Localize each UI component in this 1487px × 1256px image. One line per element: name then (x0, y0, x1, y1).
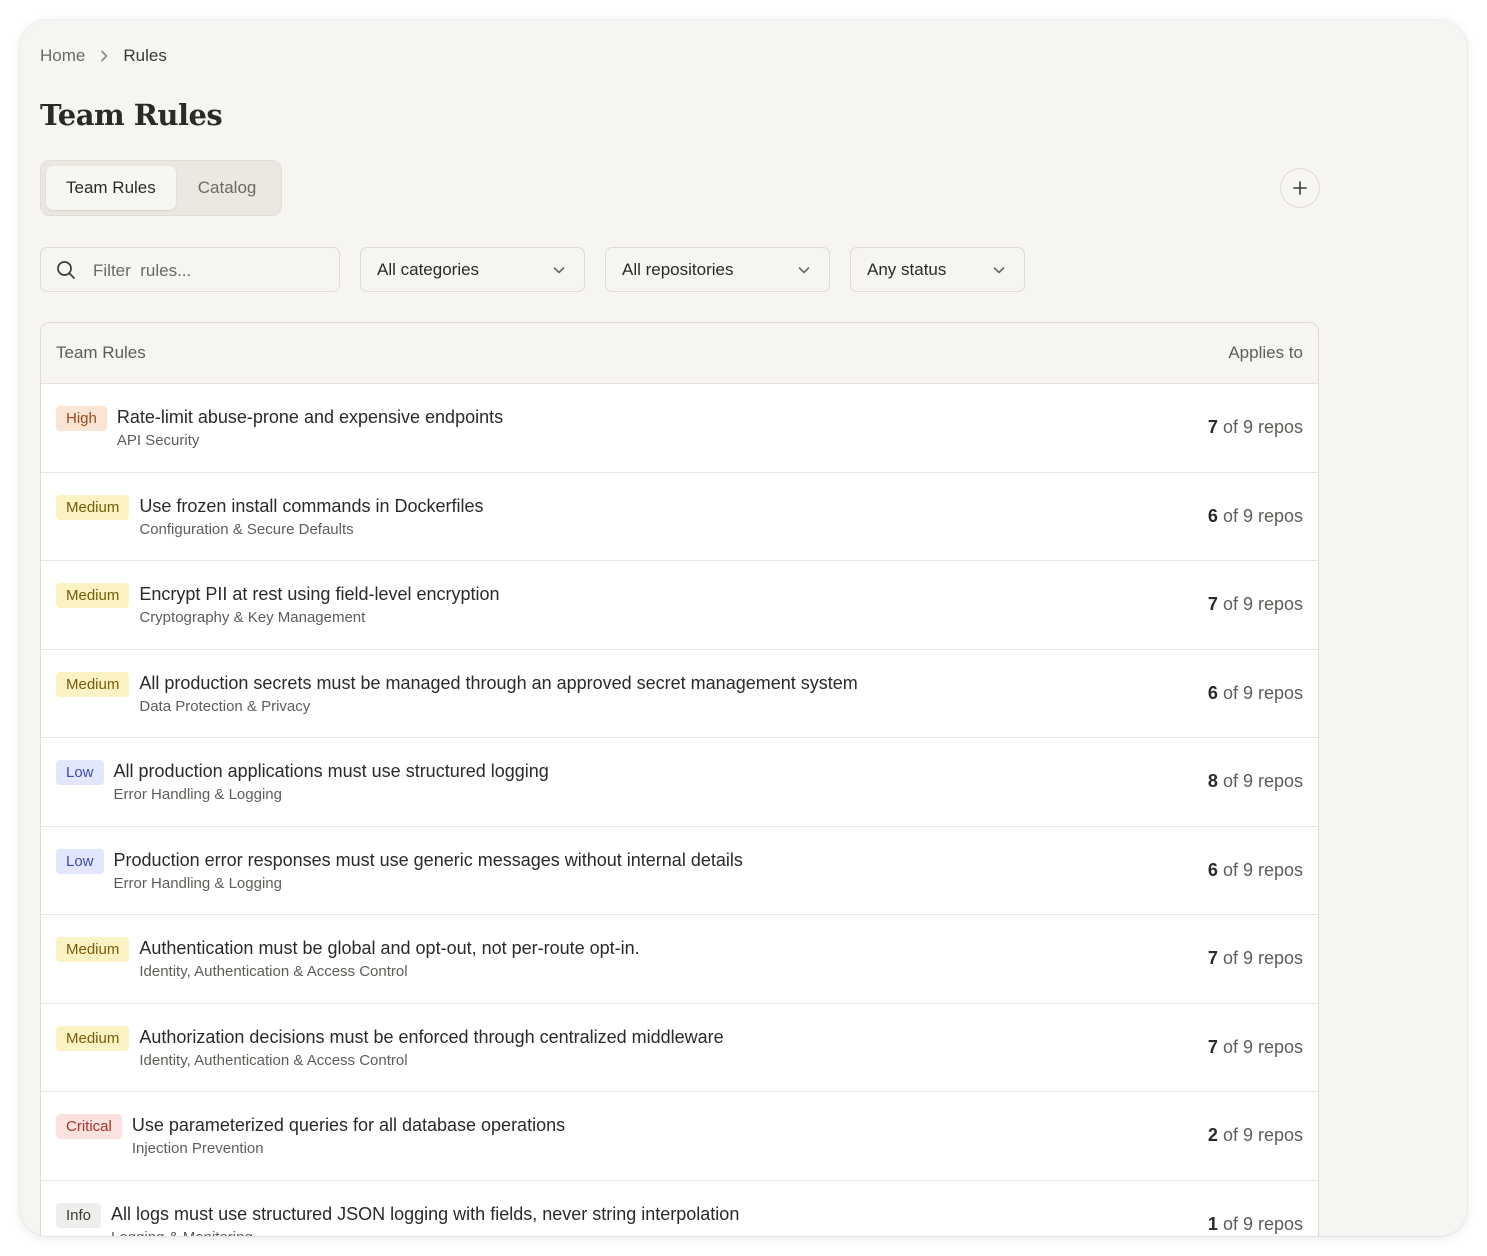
applies-suffix: of 9 repos (1222, 594, 1303, 614)
applies-suffix: of 9 repos (1222, 859, 1303, 880)
column-header-rules: Team Rules (56, 343, 146, 362)
table-row[interactable]: Critical Use parameterized queries for a… (41, 1092, 1318, 1181)
applies-to: 6 of 9 repos (1208, 860, 1303, 881)
table-row[interactable]: Low Production error responses must use … (41, 827, 1318, 915)
rule-title: All production secrets must be managed t… (139, 672, 858, 693)
applies-to: 7 of 9 repos (1208, 1037, 1303, 1058)
table-row[interactable]: High Rate-limit abuse-prone and expensiv… (41, 384, 1318, 473)
applies-count: 2 (1207, 1125, 1218, 1145)
rule-title: Authorization decisions must be enforced… (139, 1026, 724, 1047)
rule-title: All logs must use structured JSON loggin… (111, 1203, 740, 1224)
table-row[interactable]: Low All production applications must use… (41, 738, 1318, 827)
category-select[interactable]: All categories (360, 247, 585, 292)
breadcrumb-home-link[interactable]: Home (40, 46, 85, 66)
tab-team-rules[interactable]: Team Rules (46, 166, 176, 210)
rule-category: Data Protection & Privacy (139, 697, 311, 715)
severity-badge: High (56, 406, 107, 431)
table-row[interactable]: Medium Encrypt PII at rest using field-l… (41, 561, 1318, 650)
search-box (40, 247, 340, 293)
table-row[interactable]: Medium Authentication must be global and… (41, 915, 1318, 1004)
severity-badge: Low (56, 760, 104, 785)
rule-title: Authentication must be global and opt-ou… (139, 938, 640, 958)
chevron-down-icon (552, 263, 566, 277)
applies-suffix: of 9 repos (1222, 771, 1303, 791)
rule-title: Production error responses must use gene… (113, 849, 743, 870)
rule-title: All production applications must use str… (113, 761, 549, 781)
applies-count: 6 (1207, 682, 1218, 703)
severity-badge: Medium (56, 494, 130, 520)
applies-count: 6 (1207, 505, 1218, 526)
severity-badge: Low (56, 848, 104, 874)
repository-select[interactable]: All repositories (605, 247, 830, 292)
applies-count: 6 (1207, 859, 1218, 880)
rule-category: Configuration & Secure Defaults (139, 520, 354, 538)
plus-icon (1292, 180, 1308, 196)
app-window: Home Rules Team Rules Team Rules Catalog… (20, 20, 1467, 1236)
severity-badge: Critical (56, 1114, 122, 1139)
column-header-applies-to: Applies to (1228, 343, 1303, 362)
rule-title: Rate-limit abuse-prone and expensive end… (116, 407, 504, 427)
applies-to: 6 of 9 repos (1208, 506, 1303, 527)
applies-to: 7 of 9 repos (1208, 594, 1303, 615)
table-row[interactable]: Info All logs must use structured JSON l… (41, 1181, 1318, 1237)
applies-suffix: of 9 repos (1222, 1125, 1303, 1145)
applies-to: 6 of 9 repos (1208, 683, 1303, 704)
chevron-right-icon (99, 50, 109, 62)
severity-badge: Info (56, 1202, 102, 1228)
category-select-value: All categories (377, 259, 480, 279)
applies-to: 2 of 9 repos (1208, 1125, 1303, 1146)
applies-count: 7 (1207, 417, 1218, 437)
repository-select-value: All repositories (622, 259, 734, 279)
rules-table: Team Rules Applies to High Rate-limit ab… (40, 322, 1319, 1236)
page-title: Team Rules (40, 98, 223, 132)
rule-title: Encrypt PII at rest using field-level en… (139, 584, 500, 604)
rule-category: Error Handling & Logging (113, 786, 282, 803)
chevron-down-icon (992, 263, 1006, 277)
rule-category: Identity, Authentication & Access Contro… (139, 963, 408, 980)
rule-category: API Security (116, 432, 200, 449)
applies-to: 8 of 9 repos (1208, 771, 1303, 792)
applies-count: 7 (1207, 1036, 1218, 1057)
rule-category: Error Handling & Logging (113, 874, 282, 892)
rule-category: Logging & Monitoring (111, 1228, 739, 1237)
rule-category: Identity, Authentication & Access Contro… (139, 1051, 408, 1069)
applies-to: 7 of 9 repos (1208, 417, 1303, 438)
add-rule-button[interactable] (1280, 168, 1320, 208)
tab-bar: Team Rules Catalog (40, 160, 283, 216)
applies-to: 1 of 9 repos (1208, 1214, 1303, 1235)
applies-suffix: of 9 repos (1222, 417, 1303, 437)
search-icon (56, 260, 76, 280)
applies-suffix: of 9 repos (1222, 948, 1303, 968)
status-select-value: Any status (867, 259, 947, 279)
applies-count: 7 (1207, 594, 1218, 614)
rule-category: Cryptography & Key Management (139, 609, 366, 626)
rule-category: Injection Prevention (131, 1140, 264, 1157)
rule-title: Use parameterized queries for all databa… (131, 1115, 566, 1135)
severity-badge: Medium (56, 937, 130, 962)
severity-badge: Medium (56, 583, 130, 608)
status-select[interactable]: Any status (850, 247, 1025, 292)
applies-count: 7 (1207, 948, 1218, 968)
chevron-down-icon (797, 263, 811, 277)
tab-catalog[interactable]: Catalog (178, 166, 277, 210)
applies-count: 1 (1207, 1213, 1218, 1234)
table-row[interactable]: Medium All production secrets must be ma… (41, 650, 1318, 738)
table-row[interactable]: Medium Authorization decisions must be e… (41, 1004, 1318, 1092)
filter-rules-input[interactable] (91, 248, 335, 293)
applies-suffix: of 9 repos (1222, 1213, 1303, 1234)
table-header: Team Rules Applies to (41, 323, 1318, 384)
applies-to: 7 of 9 repos (1208, 948, 1303, 969)
breadcrumb-current: Rules (123, 46, 167, 65)
breadcrumb: Home Rules (40, 46, 167, 66)
severity-badge: Medium (56, 1025, 130, 1051)
applies-suffix: of 9 repos (1222, 1036, 1303, 1057)
applies-count: 8 (1207, 771, 1218, 791)
rule-title: Use frozen install commands in Dockerfil… (139, 495, 484, 516)
applies-suffix: of 9 repos (1222, 505, 1303, 526)
table-row[interactable]: Medium Use frozen install commands in Do… (41, 473, 1318, 561)
severity-badge: Medium (56, 671, 130, 697)
applies-suffix: of 9 repos (1222, 682, 1303, 703)
